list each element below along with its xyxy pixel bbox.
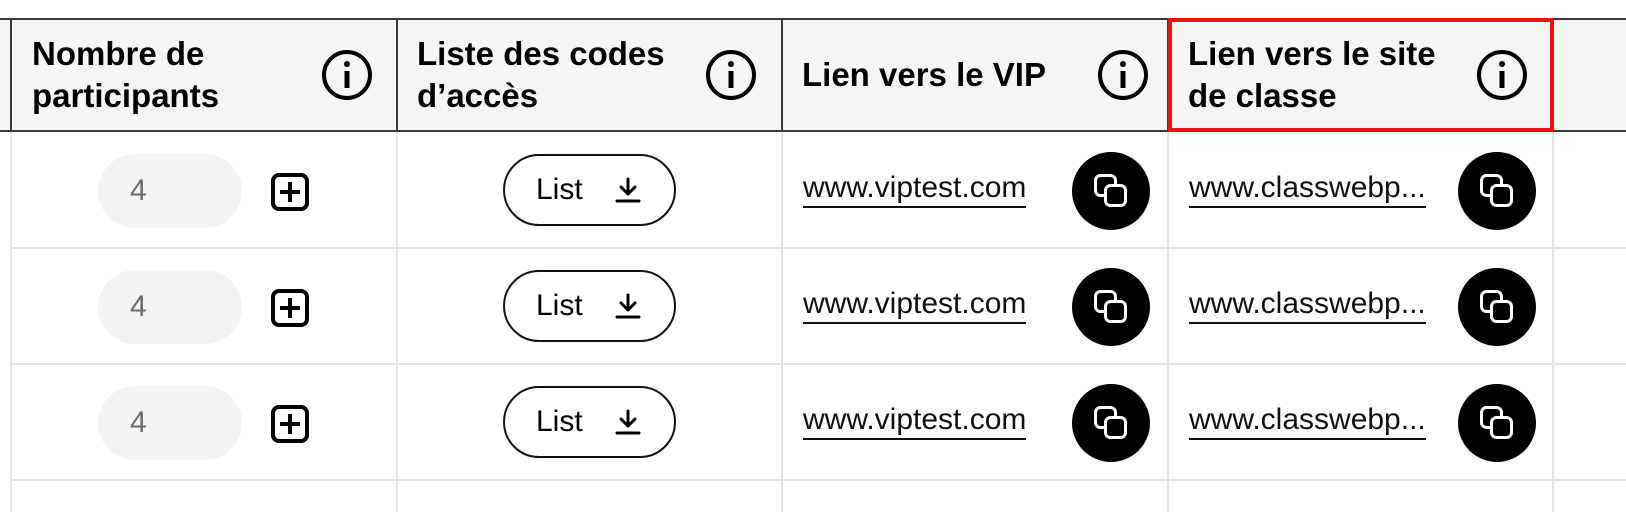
class-site-link[interactable]: www.classwebp...: [1189, 402, 1426, 440]
copy-icon: [1094, 406, 1127, 439]
copy-icon: [1480, 290, 1513, 323]
class-site-link[interactable]: www.classwebp...: [1189, 286, 1426, 324]
list-download-button[interactable]: List: [503, 386, 676, 458]
header-cell-codes: Liste des codes d’accès: [398, 18, 782, 132]
participants-input[interactable]: 4: [98, 154, 242, 228]
copy-class-site-button[interactable]: [1458, 152, 1536, 230]
copy-class-site-button[interactable]: [1458, 384, 1536, 462]
list-button-label: List: [536, 289, 583, 322]
column-divider: [396, 18, 398, 132]
vip-link[interactable]: www.viptest.com: [803, 170, 1027, 208]
plus-square-icon[interactable]: [270, 172, 310, 212]
header-cell-vip: Lien vers le VIP: [782, 18, 1168, 132]
header-codes-label: Liste des codes d’accès: [417, 35, 665, 114]
table-row: 4 List www.viptest.com www.classwebp...: [0, 248, 1626, 364]
header-cell-class-site: Lien vers le site de classe: [1168, 18, 1626, 132]
column-divider: [1552, 18, 1554, 132]
list-download-button[interactable]: List: [503, 154, 676, 226]
download-icon: [615, 293, 641, 319]
participants-input[interactable]: 4: [98, 270, 242, 344]
header-cell-participants: Nombre de participants: [0, 18, 398, 132]
copy-vip-button[interactable]: [1072, 268, 1150, 346]
column-divider: [1167, 18, 1169, 132]
info-icon[interactable]: [704, 48, 758, 102]
copy-class-site-button[interactable]: [1458, 268, 1536, 346]
header-participants-label: Nombre de participants: [32, 35, 220, 114]
download-icon: [615, 177, 641, 203]
header-vip-label: Lien vers le VIP: [802, 56, 1046, 93]
data-table: Nombre de participants Liste des codes d…: [0, 0, 1626, 512]
column-divider: [10, 18, 12, 132]
header-class-site-label: Lien vers le site de classe: [1188, 35, 1436, 114]
plus-square-icon[interactable]: [270, 288, 310, 328]
vip-link[interactable]: www.viptest.com: [803, 402, 1027, 440]
info-icon[interactable]: [1475, 48, 1529, 102]
list-button-label: List: [536, 405, 583, 438]
download-icon: [615, 409, 641, 435]
participants-input[interactable]: 4: [98, 386, 242, 460]
table-row: 4 List www.viptest.com www.classwebp...: [0, 132, 1626, 248]
class-site-link[interactable]: www.classwebp...: [1189, 170, 1426, 208]
copy-icon: [1094, 174, 1127, 207]
column-divider: [781, 18, 783, 132]
copy-vip-button[interactable]: [1072, 152, 1150, 230]
info-icon[interactable]: [320, 48, 374, 102]
list-download-button[interactable]: List: [503, 270, 676, 342]
copy-icon: [1094, 290, 1127, 323]
list-button-label: List: [536, 173, 583, 206]
table-row: 4 List www.viptest.com www.classwebp...: [0, 364, 1626, 480]
copy-icon: [1480, 406, 1513, 439]
info-icon[interactable]: [1096, 48, 1150, 102]
copy-icon: [1480, 174, 1513, 207]
copy-vip-button[interactable]: [1072, 384, 1150, 462]
plus-square-icon[interactable]: [270, 404, 310, 444]
vip-link[interactable]: www.viptest.com: [803, 286, 1027, 324]
